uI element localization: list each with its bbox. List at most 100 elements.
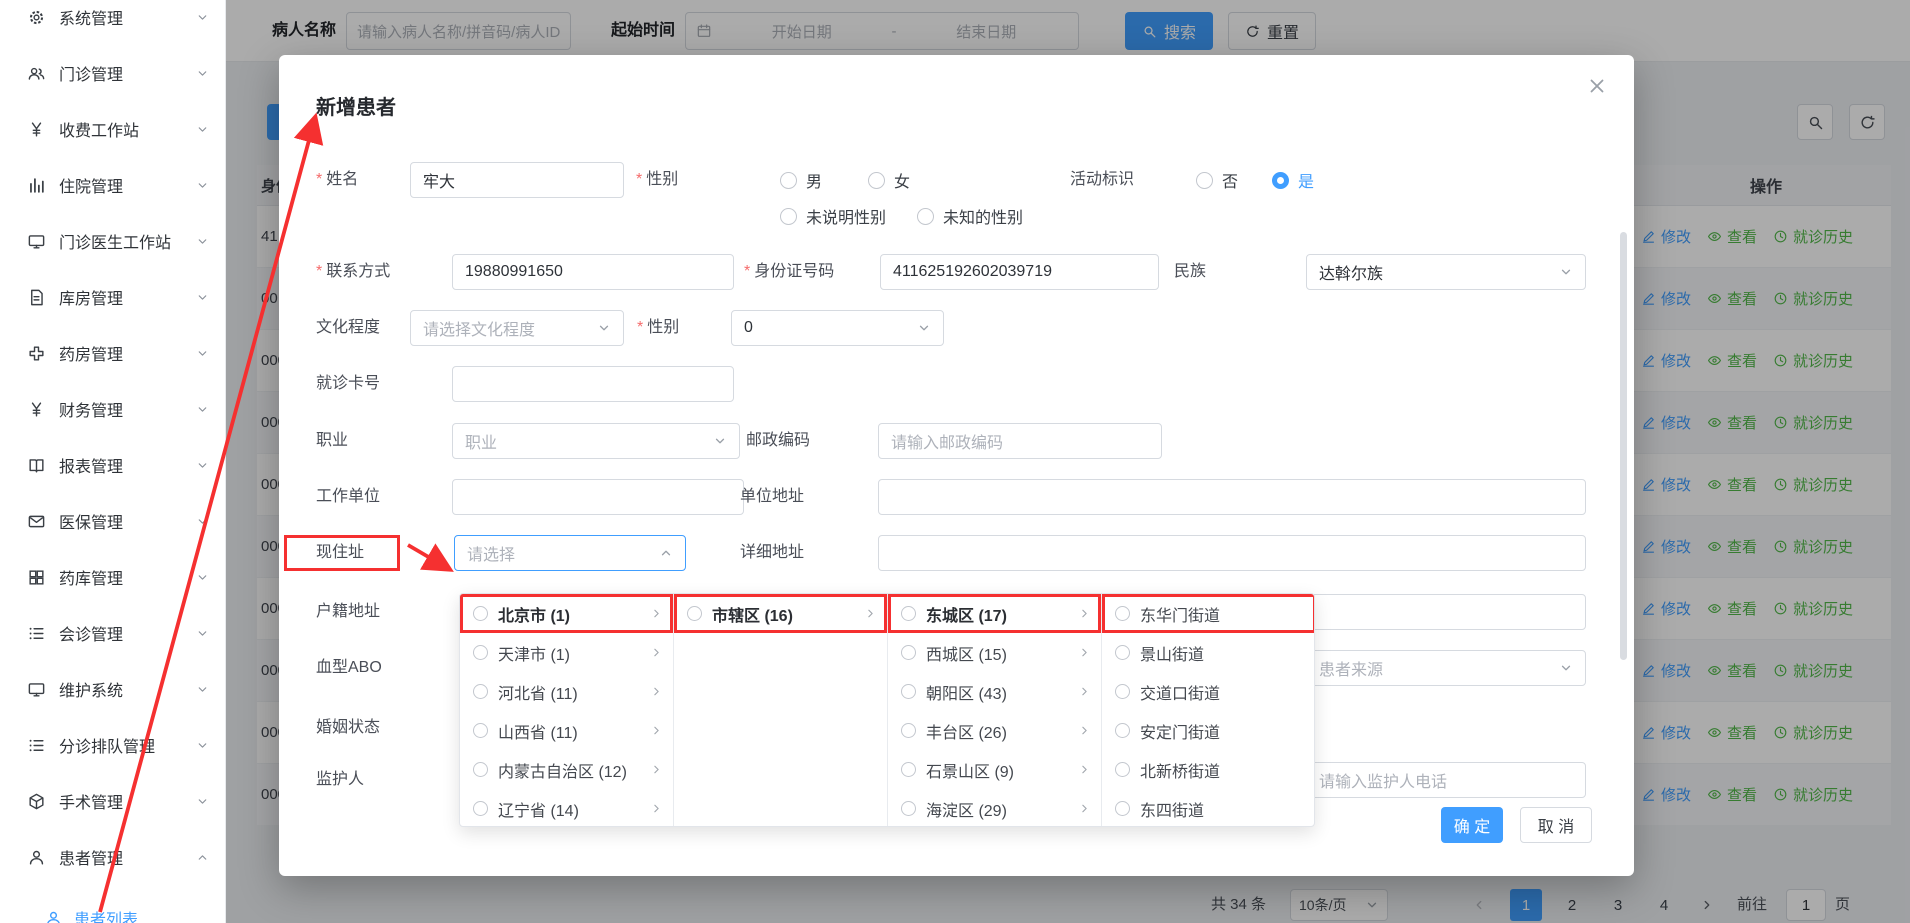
cascader-option-label: 石景山区 (9) — [926, 758, 1068, 782]
sidebar-item[interactable]: 住院管理 — [0, 157, 225, 213]
modal-scrollbar-thumb[interactable] — [1620, 232, 1627, 660]
id-number-field[interactable]: 411625192602039719 — [880, 254, 1159, 290]
cancel-button[interactable]: 取 消 — [1520, 807, 1592, 843]
sidebar-item[interactable]: 库房管理 — [0, 269, 225, 325]
sidebar-item-label: 收费工作站 — [59, 117, 196, 141]
person-icon — [27, 848, 46, 867]
cascader-option[interactable]: 交道口街道 — [1102, 672, 1315, 711]
sidebar-item[interactable]: 患者管理 — [0, 829, 225, 885]
blood-type-label: 血型ABO — [316, 650, 382, 686]
ethnic-label: 民族 — [1174, 254, 1206, 290]
patient-source-select[interactable]: 患者来源 — [1306, 650, 1586, 686]
sidebar: 系统管理门诊管理收费工作站住院管理门诊医生工作站库房管理药房管理财务管理报表管理… — [0, 0, 226, 923]
detail-address-field[interactable] — [878, 535, 1586, 571]
sidebar-item[interactable]: 财务管理 — [0, 381, 225, 437]
name-field[interactable]: 牢大 — [410, 162, 624, 198]
cascader-option[interactable]: 东华门街道 — [1102, 594, 1315, 633]
cascader-option[interactable]: 天津市 (1) — [460, 633, 673, 672]
occupation-label: 职业 — [316, 423, 348, 459]
sidebar-item[interactable]: 门诊管理 — [0, 45, 225, 101]
users-icon — [27, 64, 46, 83]
cascader-option[interactable]: 西城区 (15) — [888, 633, 1101, 672]
radio-icon — [1115, 606, 1130, 621]
cascader-option[interactable]: 丰台区 (26) — [888, 711, 1101, 750]
confirm-button[interactable]: 确 定 — [1441, 807, 1503, 843]
chevron-down-icon — [196, 403, 209, 416]
cascader-option-label: 天津市 (1) — [498, 641, 640, 665]
cascader-option-label: 市辖区 (16) — [712, 602, 854, 626]
sidebar-item[interactable]: 药库管理 — [0, 549, 225, 605]
card-field[interactable] — [452, 366, 734, 402]
gender-male-radio[interactable]: 男 — [780, 162, 822, 198]
sidebar-item[interactable]: 医保管理 — [0, 493, 225, 549]
unit-address-field[interactable] — [878, 479, 1586, 515]
cascader-option[interactable]: 石景山区 (9) — [888, 750, 1101, 789]
active-flag-label: 活动标识 — [1070, 162, 1134, 198]
gender-unknown-radio[interactable]: 未知的性别 — [917, 198, 1023, 234]
cascader-option[interactable]: 市辖区 (16) — [674, 594, 887, 633]
sidebar-item[interactable]: 门诊医生工作站 — [0, 213, 225, 269]
current-address-cascader-select[interactable]: 请选择 — [454, 535, 686, 571]
sidebar-item-patient-list[interactable]: 患者列表 — [0, 893, 225, 923]
chevron-down-icon — [196, 347, 209, 360]
queue-icon — [27, 736, 46, 755]
cascader-option[interactable]: 内蒙古自治区 (12) — [460, 750, 673, 789]
sidebar-item-label: 药库管理 — [59, 565, 196, 589]
cascader-option[interactable]: 河北省 (11) — [460, 672, 673, 711]
address-cascader-panel: 北京市 (1) 天津市 (1) 河北省 (11)山西省 (11)内蒙古自治区 (12… — [459, 593, 1315, 827]
cascader-option-label: 海淀区 (29) — [926, 797, 1068, 821]
chevron-right-icon — [1078, 724, 1091, 737]
contact-field[interactable]: 19880991650 — [452, 254, 734, 290]
cascader-option-label: 安定门街道 — [1140, 719, 1306, 743]
cascader-option[interactable]: 朝阳区 (43) — [888, 672, 1101, 711]
sidebar-item[interactable]: 系统管理 — [0, 0, 225, 45]
radio-icon — [901, 684, 916, 699]
grid-icon — [27, 568, 46, 587]
gender-female-radio[interactable]: 女 — [868, 162, 910, 198]
gender-unstated-radio[interactable]: 未说明性别 — [780, 198, 886, 234]
sidebar-item[interactable]: 分诊排队管理 — [0, 717, 225, 773]
cascader-option[interactable]: 安定门街道 — [1102, 711, 1315, 750]
active-yes-radio[interactable]: 是 — [1272, 162, 1314, 198]
radio-icon — [901, 645, 916, 660]
postal-field[interactable]: 请输入邮政编码 — [878, 423, 1162, 459]
occupation-select[interactable]: 职业 — [452, 423, 740, 459]
sidebar-item[interactable]: 收费工作站 — [0, 101, 225, 157]
education-select[interactable]: 请选择文化程度 — [410, 310, 624, 346]
close-icon[interactable] — [1586, 75, 1608, 97]
add-patient-modal: 新增患者 *姓名 牢大 *性别 男 女 活动标识 否 是 未说明性别 未知的性别… — [279, 55, 1634, 876]
chevron-down-icon — [1559, 661, 1573, 675]
ethnic-select[interactable]: 达斡尔族 — [1306, 254, 1586, 290]
cascader-option[interactable]: 景山街道 — [1102, 633, 1315, 672]
chevron-down-icon — [713, 434, 727, 448]
gender2-select[interactable]: 0 — [731, 310, 944, 346]
contact-label: *联系方式 — [316, 254, 390, 290]
radio-icon — [1115, 723, 1130, 738]
sidebar-item[interactable]: 药房管理 — [0, 325, 225, 381]
chevron-right-icon — [650, 763, 663, 776]
cascader-option[interactable]: 北京市 (1) — [460, 594, 673, 633]
cascader-option[interactable]: 北新桥街道 — [1102, 750, 1315, 789]
chevron-right-icon — [1078, 607, 1091, 620]
sidebar-item[interactable]: 维护系统 — [0, 661, 225, 717]
work-unit-field[interactable] — [452, 479, 744, 515]
cascader-option[interactable]: 山西省 (11) — [460, 711, 673, 750]
envelope-icon — [27, 512, 46, 531]
cascader-option[interactable]: 辽宁省 (14) — [460, 789, 673, 826]
radio-icon — [473, 645, 488, 660]
active-no-radio[interactable]: 否 — [1196, 162, 1238, 198]
cascader-option[interactable]: 海淀区 (29) — [888, 789, 1101, 826]
sidebar-item-label: 维护系统 — [59, 677, 196, 701]
sidebar-item[interactable]: 手术管理 — [0, 773, 225, 829]
chevron-right-icon — [864, 607, 877, 620]
cascader-option[interactable]: 东城区 (17) — [888, 594, 1101, 633]
chevron-down-icon — [196, 571, 209, 584]
radio-icon — [473, 801, 488, 816]
cascader-option[interactable]: 东四街道 — [1102, 789, 1315, 826]
sidebar-item[interactable]: 报表管理 — [0, 437, 225, 493]
guardian-label: 监护人 — [316, 762, 364, 798]
guardian-phone-field[interactable]: 请输入监护人电话 — [1306, 762, 1586, 798]
chevron-right-icon — [650, 802, 663, 815]
sidebar-item[interactable]: 会诊管理 — [0, 605, 225, 661]
yen-icon — [27, 120, 46, 139]
